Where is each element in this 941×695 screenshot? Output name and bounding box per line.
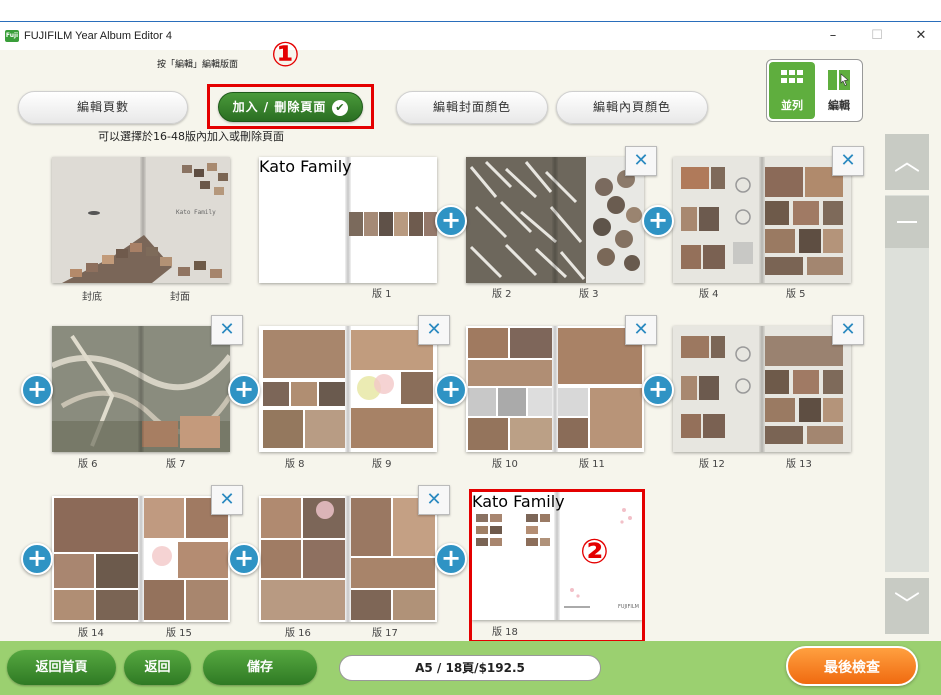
close-button[interactable]: ✕ [906, 24, 936, 48]
spread-page-2-3[interactable] [466, 157, 644, 283]
remove-page-button[interactable]: ✕ [625, 146, 657, 176]
spread-label-left: 版 16 [285, 628, 311, 639]
minimize-button[interactable]: – [818, 24, 848, 48]
final-check-button[interactable]: 最後檢查 [786, 646, 918, 686]
spread-label-left: 版 10 [492, 459, 518, 470]
spread-label-left: 版 12 [699, 459, 725, 470]
spread-page-6-7[interactable] [52, 326, 230, 452]
remove-page-button[interactable]: ✕ [211, 315, 243, 345]
annotation-two: ② [580, 532, 609, 572]
spread-label-right: 版 9 [372, 459, 392, 470]
spread-label-left: 版 6 [78, 459, 98, 470]
spread-label-right: 版 1 [372, 289, 392, 300]
top-strip [0, 0, 941, 22]
insert-page-button[interactable]: + [435, 543, 467, 575]
remove-page-button[interactable]: ✕ [625, 315, 657, 345]
spread-label-left: 版 2 [492, 289, 512, 300]
highlight-box-1 [207, 84, 374, 129]
spread-gutter [345, 326, 351, 452]
spread-page-1[interactable]: Kato Family [259, 157, 437, 283]
cover-collage [62, 163, 228, 283]
spread-gutter [552, 157, 558, 283]
app-window: Fuji FUJIFILM Year Album Editor 4 – ☐ ✕ … [0, 0, 941, 695]
edit-inner-color-button[interactable]: 編輯內頁顏色 [556, 91, 708, 124]
spread-label-right: 版 5 [786, 289, 806, 300]
spread-label-right: 版 17 [372, 628, 398, 639]
edit-cover-color-button[interactable]: 編輯封面顏色 [396, 91, 548, 124]
page-range-hint: 可以選擇於16-48版內加入或刪除頁面 [98, 130, 284, 143]
titlebar: Fuji FUJIFILM Year Album Editor 4 – ☐ ✕ [0, 22, 941, 50]
edit-hint: 按「編輯」編輯版面 [157, 60, 239, 70]
page-1-photo-strip [349, 212, 437, 236]
spread-gutter [759, 157, 765, 283]
cover-title: Kato Family [176, 209, 216, 216]
remove-page-button[interactable]: ✕ [832, 146, 864, 176]
spread-label-right: 版 11 [579, 459, 605, 470]
window-title: FUJIFILM Year Album Editor 4 [24, 30, 172, 42]
insert-page-button[interactable]: + [228, 543, 260, 575]
spread-page-4-5[interactable] [673, 157, 851, 283]
spread-label-right: 版 3 [579, 289, 599, 300]
spread-page-16-17[interactable] [259, 496, 437, 622]
spread-label-right: 封面 [170, 292, 190, 303]
scroll-down-button[interactable]: ﹀ [885, 578, 929, 634]
save-button[interactable]: 儲存 [203, 650, 317, 685]
remove-page-button[interactable]: ✕ [418, 315, 450, 345]
scrollbar-thumb[interactable] [885, 196, 929, 248]
edit-cursor-icon [828, 70, 850, 90]
spread-label-right: 版 7 [166, 459, 186, 470]
maximize-button[interactable]: ☐ [862, 24, 892, 48]
remove-page-button[interactable]: ✕ [418, 485, 450, 515]
grid-view-label: 並列 [781, 99, 803, 112]
remove-page-button[interactable]: ✕ [832, 315, 864, 345]
insert-page-button[interactable]: + [435, 205, 467, 237]
spread-label-left: 版 14 [78, 628, 104, 639]
spread-page-14-15[interactable] [52, 496, 230, 622]
grid-view-icon [781, 70, 803, 83]
insert-page-button[interactable]: + [642, 374, 674, 406]
spread-label-left: 版 8 [285, 459, 305, 470]
scrollbar-track[interactable] [885, 195, 929, 572]
highlight-box-2 [469, 489, 645, 643]
spread-page-10-11[interactable] [466, 326, 644, 452]
insert-page-button[interactable]: + [642, 205, 674, 237]
spread-cover[interactable]: Kato Family [52, 157, 230, 283]
app-logo-icon: Fuji [5, 30, 19, 42]
spread-page-8-9[interactable] [259, 326, 437, 452]
insert-page-button[interactable]: + [228, 374, 260, 406]
spread-gutter [138, 496, 144, 622]
spread-label-left: 版 4 [699, 289, 719, 300]
edit-view-button[interactable]: 編輯 [817, 62, 861, 119]
insert-page-button[interactable]: + [21, 374, 53, 406]
view-mode-toggle: 並列 編輯 [766, 59, 863, 122]
insert-page-button[interactable]: + [435, 374, 467, 406]
home-button[interactable]: 返回首頁 [7, 650, 116, 685]
scroll-up-button[interactable]: ︿ [885, 134, 929, 190]
annotation-one: ① [271, 35, 300, 75]
spread-label-right: 版 13 [786, 459, 812, 470]
insert-page-button[interactable]: + [21, 543, 53, 575]
spread-gutter [759, 326, 765, 452]
order-status: A5 / 18頁/$192.5 [339, 655, 601, 681]
spread-gutter [345, 496, 351, 622]
remove-page-button[interactable]: ✕ [211, 485, 243, 515]
edit-view-label: 編輯 [828, 99, 850, 112]
back-button[interactable]: 返回 [124, 650, 191, 685]
spread-label-left: 封底 [82, 292, 102, 303]
spread-page-12-13[interactable] [673, 326, 851, 452]
spread-gutter [138, 326, 144, 452]
grid-view-button[interactable]: 並列 [769, 62, 815, 119]
spread-label-right: 版 15 [166, 628, 192, 639]
edit-pages-button[interactable]: 編輯頁數 [18, 91, 188, 124]
spread-gutter [552, 326, 558, 452]
